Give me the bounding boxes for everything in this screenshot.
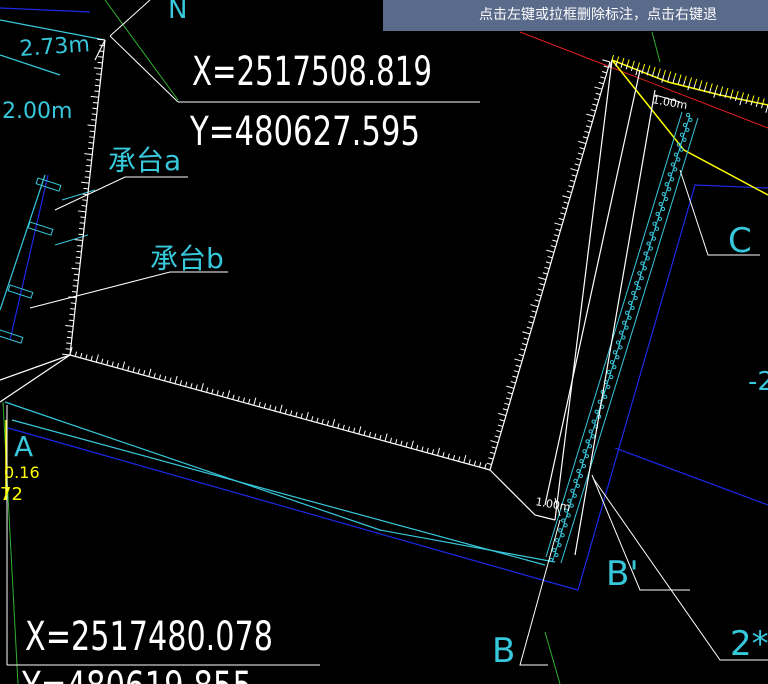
point-b-label: B <box>492 631 515 671</box>
point-b-prime-label: B' <box>606 554 639 594</box>
red-reference-line <box>519 31 768 129</box>
cad-drawing-canvas[interactable]: X=2517508.819 Y=480627.595 X=2517480.078… <box>0 0 768 684</box>
dim-273-label: 2.73m <box>19 32 91 62</box>
point-a-label: A <box>14 430 33 463</box>
note-2star-label: 2* <box>730 624 768 664</box>
cap-a-label: 承台a <box>108 144 181 177</box>
coord-x1-label: X=2517508.819 <box>192 49 432 95</box>
val-72-label: 72 <box>0 484 23 505</box>
coord-y1-label: Y=480627.595 <box>189 109 420 155</box>
status-tip-bar: 点击左键或拉框删除标注，点击右键退 <box>383 0 768 31</box>
val-016-label: 0.16 <box>4 463 40 482</box>
coord-y2-label: Y=480619.855 <box>21 664 252 684</box>
coord-x2-label: X=2517480.078 <box>25 614 273 660</box>
dim-100-bottom-label: 1.00m <box>534 495 571 514</box>
dim-100-top-label: 1.00m <box>651 93 688 112</box>
cap-b-label: 承台b <box>150 242 224 275</box>
point-n-label: N <box>168 0 187 25</box>
cad-viewport[interactable]: X=2517508.819 Y=480627.595 X=2517480.078… <box>0 0 768 684</box>
point-c-label: C <box>728 221 752 261</box>
edge-partial-label: -2 <box>748 367 768 397</box>
dim-200-label: 2.00m <box>2 99 72 124</box>
green-guide-lines <box>2 0 661 684</box>
